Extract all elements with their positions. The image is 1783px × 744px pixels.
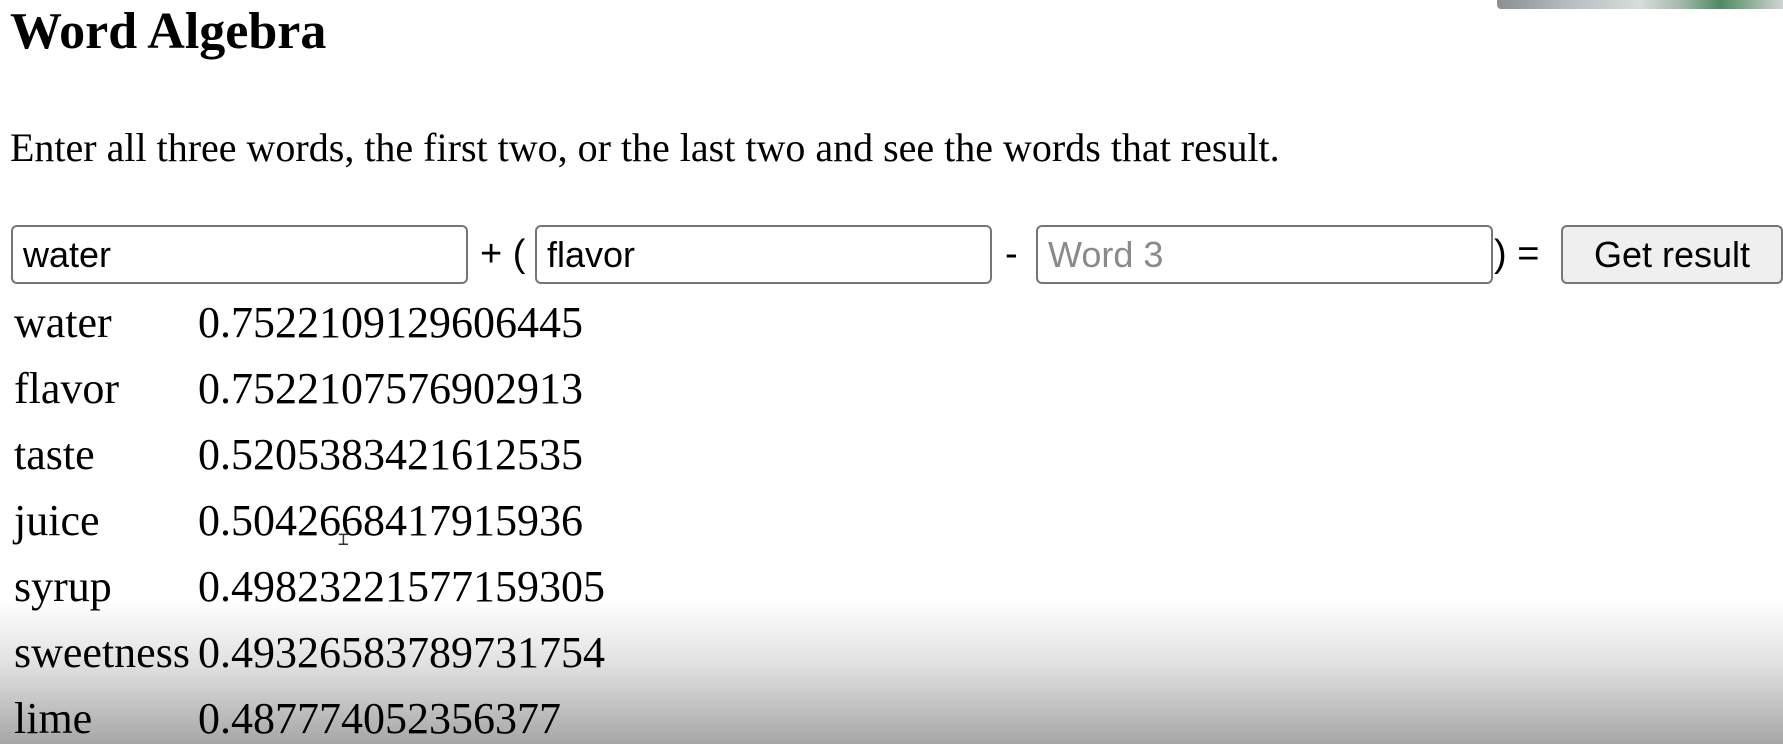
- result-score: 0.5205383421612535: [197, 430, 583, 479]
- get-result-button[interactable]: Get result: [1561, 225, 1783, 284]
- word-1-input[interactable]: [11, 225, 468, 284]
- results-table: water 0.7522109129606445 flavor 0.752210757…: [8, 290, 611, 744]
- result-score: 0.487774052356377: [197, 694, 561, 743]
- result-row: taste 0.5205383421612535: [12, 422, 607, 488]
- word-2-input[interactable]: [535, 225, 992, 284]
- result-score: 0.49823221577159305: [197, 562, 605, 611]
- result-word: lime: [14, 694, 93, 743]
- word-3-input[interactable]: [1036, 225, 1493, 284]
- instructions-text: Enter all three words, the first two, or…: [10, 125, 1280, 170]
- result-row: flavor 0.7522107576902913: [12, 356, 607, 422]
- result-score: 0.7522109129606445: [197, 298, 583, 347]
- result-row: juice 0.5042668417915936: [12, 488, 607, 554]
- corner-thumbnail-image: [1497, 0, 1783, 9]
- result-word: sweetness: [14, 628, 190, 677]
- result-word: taste: [14, 430, 95, 479]
- result-score: 0.5042668417915936: [197, 496, 583, 545]
- result-row: syrup 0.49823221577159305: [12, 554, 607, 620]
- result-row: water 0.7522109129606445: [12, 290, 607, 356]
- result-word: flavor: [14, 364, 120, 413]
- result-word: syrup: [14, 562, 112, 611]
- page-title: Word Algebra: [10, 3, 327, 60]
- result-row: sweetness 0.49326583789731754: [12, 620, 607, 686]
- result-row: lime 0.487774052356377: [12, 686, 607, 744]
- result-word: water: [14, 298, 112, 347]
- result-score: 0.49326583789731754: [197, 628, 605, 677]
- plus-open-paren-operator: + (: [480, 233, 526, 275]
- result-score: 0.7522107576902913: [197, 364, 583, 413]
- minus-operator: -: [1005, 233, 1018, 275]
- close-paren-equals-operator: ) =: [1494, 233, 1540, 275]
- result-word: juice: [14, 496, 100, 545]
